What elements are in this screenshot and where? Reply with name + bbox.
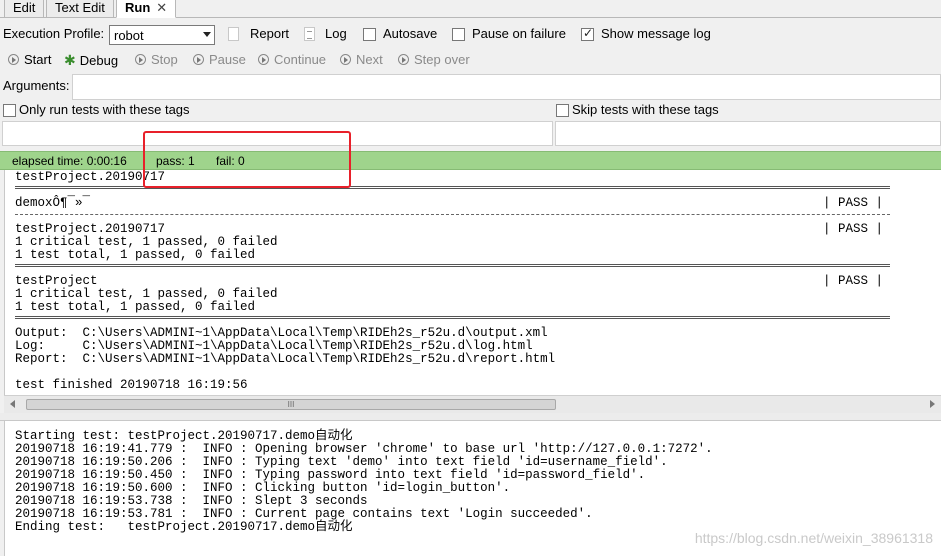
log-line: Ending test: testProject.20190717.demo自动… bbox=[15, 520, 353, 534]
next-button[interactable]: Next bbox=[340, 51, 383, 69]
show-message-log-checkbox[interactable] bbox=[581, 26, 594, 41]
separator bbox=[15, 264, 890, 267]
tab-edit[interactable]: Edit bbox=[4, 0, 45, 18]
tag-filters: Only run tests with these tags Skip test… bbox=[0, 101, 941, 148]
pause-label: Pause bbox=[209, 52, 246, 67]
output-line: test finished 20190718 16:19:56 bbox=[15, 378, 248, 392]
next-icon bbox=[340, 54, 351, 65]
only-run-tags-label: Only run tests with these tags bbox=[19, 102, 190, 117]
separator bbox=[15, 186, 890, 189]
bug-icon: ✱ bbox=[64, 52, 76, 68]
separator bbox=[15, 214, 890, 215]
skip-tags-label: Skip tests with these tags bbox=[572, 102, 719, 117]
output-line: 1 test total, 1 passed, 0 failed bbox=[15, 248, 256, 262]
fail-count: fail: 0 bbox=[216, 154, 245, 168]
only-run-tags-input[interactable] bbox=[2, 121, 553, 146]
tab-run-label: Run bbox=[125, 0, 151, 15]
execution-profile-row: Execution Profile: robot Report Log Auto… bbox=[0, 22, 941, 46]
log-button[interactable]: Log bbox=[325, 26, 347, 41]
output-line: demoxÔ¶¯»¯ bbox=[15, 196, 91, 210]
step-over-label: Step over bbox=[414, 52, 470, 67]
arguments-row: Arguments: bbox=[0, 74, 941, 100]
start-label: Start bbox=[24, 52, 52, 67]
output-line: testProject.20190717 bbox=[15, 170, 166, 184]
debug-label: Debug bbox=[79, 53, 119, 68]
continue-button[interactable]: Continue bbox=[258, 51, 326, 69]
output-line: Report: C:\Users\ADMINI~1\AppData\Local\… bbox=[15, 352, 556, 366]
stop-icon bbox=[135, 54, 146, 65]
console-output: testProject.20190717 demoxÔ¶¯»¯ | PASS |… bbox=[4, 170, 941, 395]
tab-text-edit-label: Text Edit bbox=[55, 0, 105, 15]
tab-run[interactable]: Run ✕ bbox=[116, 0, 177, 18]
execution-profile-label: Execution Profile: bbox=[3, 26, 105, 41]
skip-tags-checkbox[interactable] bbox=[556, 104, 569, 117]
next-label: Next bbox=[356, 52, 383, 67]
scrollbar-thumb[interactable]: III bbox=[26, 399, 556, 410]
autosave-label: Autosave bbox=[383, 26, 438, 41]
output-line: 1 test total, 1 passed, 0 failed bbox=[15, 300, 256, 314]
chevron-down-icon bbox=[203, 32, 211, 37]
log-icon bbox=[304, 27, 315, 41]
scroll-left-icon[interactable] bbox=[10, 400, 15, 408]
pause-on-failure-checkbox[interactable] bbox=[452, 28, 465, 41]
start-button[interactable]: Start bbox=[8, 51, 51, 69]
play-icon bbox=[8, 54, 19, 65]
continue-label: Continue bbox=[274, 52, 327, 67]
step-over-button[interactable]: Step over bbox=[398, 51, 470, 69]
output-horizontal-scrollbar[interactable]: III bbox=[4, 395, 941, 413]
arguments-label: Arguments: bbox=[3, 78, 70, 93]
execution-profile-value: robot bbox=[114, 28, 144, 43]
close-tab-icon[interactable]: ✕ bbox=[156, 0, 167, 15]
continue-icon bbox=[258, 54, 269, 65]
stop-label: Stop bbox=[151, 52, 178, 67]
pass-label: | PASS | bbox=[823, 196, 884, 210]
step-over-icon bbox=[398, 54, 409, 65]
pause-on-failure-label: Pause on failure bbox=[472, 26, 566, 41]
arguments-input[interactable] bbox=[72, 74, 941, 100]
pass-label: | PASS | bbox=[823, 222, 884, 236]
pass-count: pass: 1 bbox=[156, 154, 195, 168]
pane-splitter[interactable] bbox=[0, 413, 941, 421]
stop-button[interactable]: Stop bbox=[135, 51, 178, 69]
pass-label: | PASS | bbox=[823, 274, 884, 288]
pause-button[interactable]: Pause bbox=[193, 51, 246, 69]
run-status-bar: elapsed time: 0:00:16 pass: 1 fail: 0 bbox=[0, 151, 941, 170]
report-button[interactable]: Report bbox=[250, 26, 289, 41]
tab-bar: Edit Text Edit Run ✕ bbox=[0, 0, 941, 18]
execution-profile-select[interactable]: robot bbox=[109, 25, 215, 45]
only-run-tags-checkbox[interactable] bbox=[3, 104, 16, 117]
separator bbox=[15, 316, 890, 319]
tab-text-edit[interactable]: Text Edit bbox=[46, 0, 114, 18]
tab-edit-label: Edit bbox=[13, 0, 36, 15]
show-message-log-label: Show message log bbox=[601, 26, 711, 41]
autosave-checkbox[interactable] bbox=[363, 28, 376, 41]
pause-icon bbox=[193, 54, 204, 65]
scroll-right-icon[interactable] bbox=[930, 400, 935, 408]
debug-button[interactable]: ✱ Debug bbox=[64, 51, 118, 69]
watermark: https://blog.csdn.net/weixin_38961318 bbox=[694, 530, 933, 546]
run-toolbar: Start ✱ Debug Stop Pause Continue Next St… bbox=[0, 51, 941, 69]
elapsed-time: elapsed time: 0:00:16 bbox=[12, 154, 127, 168]
report-icon bbox=[228, 27, 239, 41]
skip-tags-input[interactable] bbox=[555, 121, 941, 146]
